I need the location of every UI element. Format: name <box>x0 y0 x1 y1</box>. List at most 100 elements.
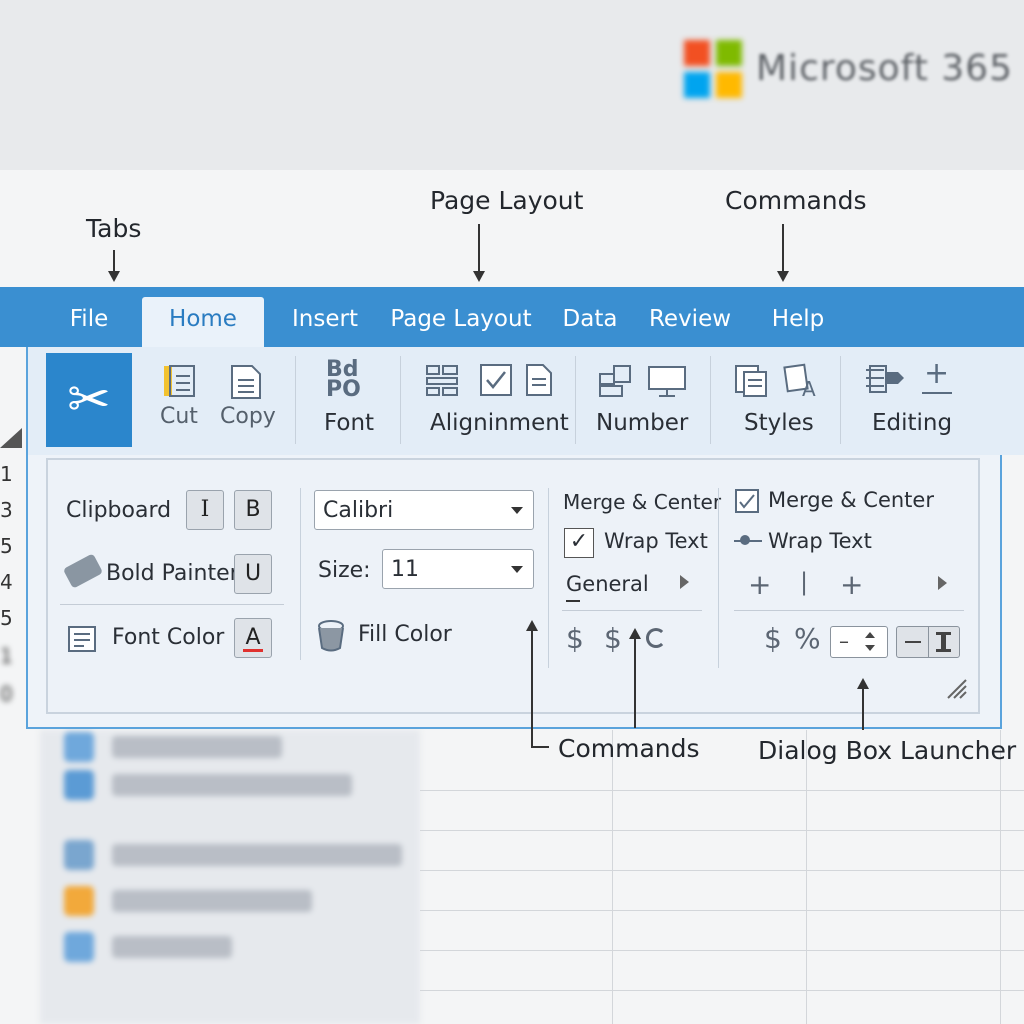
general-underline <box>566 600 580 602</box>
logo-red-square <box>684 40 710 66</box>
merge-center-command[interactable]: Merge & Center <box>768 488 934 512</box>
add-icon[interactable]: + <box>748 568 771 601</box>
add-icon[interactable]: + <box>840 568 863 601</box>
i-beam-top <box>936 632 951 635</box>
cut-label: Cut <box>160 404 198 429</box>
currency-icon[interactable]: $ <box>764 622 782 655</box>
font-color-button[interactable]: A <box>234 618 272 658</box>
editing-group[interactable]: + Editing <box>860 356 960 444</box>
styles-group[interactable]: A Styles <box>730 360 820 444</box>
align-grid-icon <box>426 365 458 396</box>
panel-separator <box>718 488 719 668</box>
dialog-launcher-icon[interactable] <box>944 676 970 702</box>
row-number: 5 <box>0 606 13 630</box>
font-name-select[interactable]: Calibri <box>314 490 534 530</box>
tab-home[interactable]: Home <box>142 297 264 347</box>
stepper-down-icon <box>865 645 875 651</box>
tab-insert[interactable]: Insert <box>284 297 366 347</box>
minus-icon <box>905 641 921 643</box>
annotation-tabs: Tabs <box>86 214 142 243</box>
fill-bucket-icon <box>318 620 344 652</box>
rotate-icon[interactable] <box>646 628 666 648</box>
italic-button[interactable]: I <box>186 490 224 530</box>
grid-line <box>420 830 1024 831</box>
annotation-arrow-elbow <box>531 746 549 748</box>
wrap-text-command[interactable]: Wrap Text <box>768 529 872 553</box>
grid-line <box>420 870 1024 871</box>
number-format-general[interactable]: General <box>566 572 649 596</box>
decrease-button[interactable] <box>896 626 930 658</box>
bold-button[interactable]: B <box>234 490 272 530</box>
annotation-arrow <box>531 630 533 748</box>
text-cursor-button[interactable] <box>928 626 960 658</box>
checkbox-icon <box>480 364 512 396</box>
font-group[interactable]: Bd PO Font <box>316 357 382 444</box>
cut-button[interactable]: Cut <box>156 360 204 440</box>
format-text-icon: A <box>783 363 816 400</box>
tab-data[interactable]: Data <box>556 297 624 347</box>
tab-review[interactable]: Review <box>644 297 736 347</box>
currency-icon[interactable]: $ <box>604 622 622 655</box>
bold-painter-label: Bold Painter <box>106 561 239 586</box>
copy-button[interactable]: Copy <box>218 360 276 440</box>
wrap-text-checkbox[interactable]: ✓ <box>564 528 594 558</box>
clipboard-label: Clipboard <box>66 498 172 523</box>
grid-line <box>612 730 613 1024</box>
font-icon: Bd PO <box>326 357 361 402</box>
font-size-select[interactable]: 11 <box>382 549 534 589</box>
row-number: 4 <box>0 570 13 594</box>
add-icon: + <box>924 356 950 391</box>
wrap-text-label[interactable]: Wrap Text <box>604 529 708 553</box>
size-label: Size: <box>318 558 371 583</box>
svg-text:A: A <box>802 377 816 400</box>
grid-line <box>420 910 1024 911</box>
number-format-icon <box>599 365 631 397</box>
grid-line <box>420 950 1024 951</box>
number-group-label: Number <box>596 410 689 436</box>
row-number: 0 <box>0 682 13 706</box>
group-separator <box>400 356 401 444</box>
separator-glyph: | <box>800 568 809 596</box>
grid-line <box>1000 730 1001 1024</box>
panel-separator <box>300 488 301 660</box>
insert-rows-icon <box>866 365 904 393</box>
annotation-dialog-box-launcher: Dialog Box Launcher <box>758 736 1017 765</box>
font-size-value: 11 <box>391 557 419 582</box>
annotation-arrow-head <box>777 271 789 282</box>
i-beam-bottom <box>936 649 951 652</box>
chevron-right-icon[interactable] <box>680 575 689 589</box>
stepper-up-icon <box>865 632 875 638</box>
chevron-right-icon[interactable] <box>938 576 947 590</box>
blurred-sheet-content <box>0 730 1024 1024</box>
panel-separator <box>548 488 549 668</box>
scissors-icon[interactable]: ✂ <box>46 353 132 447</box>
cut-icon <box>164 365 195 397</box>
annotation-page-layout: Page Layout <box>430 186 584 215</box>
tab-file[interactable]: File <box>54 297 124 347</box>
microsoft-logo <box>684 40 744 100</box>
decimal-stepper[interactable]: – <box>830 626 888 658</box>
group-separator <box>575 356 576 444</box>
styles-group-label: Styles <box>744 410 814 436</box>
percent-icon[interactable]: % <box>794 622 821 655</box>
annotation-arrow <box>113 250 115 272</box>
panel-divider <box>60 604 284 605</box>
annotation-arrow <box>782 224 784 272</box>
select-all-corner[interactable] <box>0 428 22 448</box>
group-separator <box>840 356 841 444</box>
editing-group-label: Editing <box>872 410 953 436</box>
annotation-arrow-head <box>473 271 485 282</box>
underline-button[interactable]: U <box>234 554 272 594</box>
tab-page-layout[interactable]: Page Layout <box>386 297 536 347</box>
currency-icon[interactable]: $ <box>566 622 584 655</box>
grid-line <box>420 990 1024 991</box>
group-separator <box>710 356 711 444</box>
chevron-down-icon <box>511 507 523 514</box>
annotation-commands-bottom: Commands <box>558 734 700 763</box>
tab-help[interactable]: Help <box>758 297 838 347</box>
merge-center-icon <box>735 489 759 513</box>
add-underline <box>922 392 952 394</box>
number-group[interactable]: Number <box>594 360 694 444</box>
merge-center-label[interactable]: Merge & Center <box>563 490 721 514</box>
alignment-group[interactable]: Aligninment <box>420 360 569 444</box>
